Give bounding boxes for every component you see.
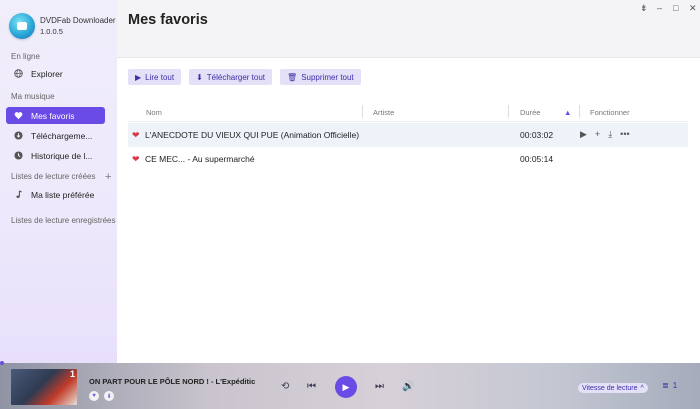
- sidebar-item-preferred-list[interactable]: Ma liste préférée: [6, 186, 105, 203]
- sidebar: DVDFab Downloader 1.0.0.5 En ligne Explo…: [0, 0, 117, 363]
- delete-all-button[interactable]: 🗑 Supprimer tout: [280, 69, 361, 85]
- sidebar-item-label: Mes favoris: [31, 110, 75, 121]
- maximize-icon[interactable]: □: [673, 3, 678, 13]
- previous-icon[interactable]: ⏮: [307, 381, 316, 392]
- table-row[interactable]: ❤ CE MEC... - Au supermarché 00:05:14: [128, 147, 688, 171]
- section-online: En ligne: [11, 52, 40, 61]
- download-icon[interactable]: ⤓: [608, 129, 612, 140]
- close-icon[interactable]: ✕: [689, 3, 697, 14]
- app-version: 1.0.0.5: [40, 27, 63, 36]
- repeat-icon[interactable]: ⟲: [281, 381, 289, 392]
- sidebar-item-history[interactable]: Historique de l...: [6, 147, 105, 164]
- row-actions: ▶ + ⤓ •••: [580, 129, 630, 140]
- track-title: CE MEC... - Au supermarché: [145, 154, 255, 164]
- play-button[interactable]: ▶: [335, 376, 357, 398]
- section-created-playlists: Listes de lecture créées: [11, 172, 96, 181]
- next-icon[interactable]: ⏭: [375, 381, 384, 392]
- column-artist[interactable]: Artiste: [373, 108, 394, 117]
- track-title: L'ANECDOTE DU VIEUX QUI PUE (Animation O…: [145, 130, 360, 140]
- playlist-icon: ≣: [662, 381, 669, 390]
- track-duration: 00:03:02: [520, 130, 554, 140]
- album-thumbnail: 1: [11, 369, 77, 405]
- volume-icon[interactable]: 🔊: [402, 381, 414, 392]
- main-panel: Mes favoris ⇟ – □ ✕ ▶ Lire tout ⬇ Téléch…: [117, 0, 700, 363]
- download-icon[interactable]: ⬇: [104, 391, 114, 401]
- table-header: Nom Artiste Durée ▲ Fonctionner: [128, 102, 688, 122]
- queue-button[interactable]: ≣ 1: [662, 381, 677, 390]
- heart-icon[interactable]: ♥: [89, 391, 99, 401]
- playback-speed-button[interactable]: Vitesse de lecture ^: [578, 383, 648, 393]
- heart-icon[interactable]: ❤: [132, 130, 140, 141]
- header: Mes favoris ⇟ – □ ✕: [117, 0, 700, 58]
- column-name[interactable]: Nom: [146, 108, 162, 117]
- app-logo-icon: [9, 13, 35, 39]
- add-icon[interactable]: +: [595, 129, 600, 140]
- pin-icon[interactable]: ⇟: [640, 3, 648, 14]
- player-bar: 1 ON PART POUR LE PÔLE NORD ! - L'Expédi…: [0, 361, 700, 409]
- page-title: Mes favoris: [128, 12, 208, 28]
- now-playing-title: ON PART POUR LE PÔLE NORD ! - L'Expéditi…: [89, 377, 256, 386]
- sidebar-item-label: Historique de l...: [31, 150, 93, 161]
- toolbar: ▶ Lire tout ⬇ Télécharger tout 🗑 Supprim…: [128, 69, 361, 85]
- download-circle-icon: [14, 131, 23, 140]
- play-all-button[interactable]: ▶ Lire tout: [128, 69, 182, 85]
- globe-icon: [14, 69, 23, 78]
- download-all-button[interactable]: ⬇ Télécharger tout: [189, 69, 273, 85]
- sidebar-item-label: Explorer: [31, 68, 63, 79]
- column-actions: Fonctionner: [590, 108, 630, 117]
- music-note-icon: [14, 190, 23, 199]
- clock-icon: [14, 151, 23, 160]
- minimize-icon[interactable]: –: [657, 3, 662, 13]
- more-icon[interactable]: •••: [620, 129, 629, 140]
- download-icon: ⬇: [196, 72, 203, 82]
- trash-icon: 🗑: [287, 72, 298, 82]
- heart-icon[interactable]: ❤: [132, 154, 140, 165]
- sort-ascending-icon[interactable]: ▲: [564, 108, 571, 117]
- play-icon[interactable]: ▶: [580, 129, 587, 140]
- section-my-music: Ma musique: [11, 92, 55, 101]
- sidebar-item-explore[interactable]: Explorer: [6, 65, 105, 82]
- table-row[interactable]: ❤ L'ANECDOTE DU VIEUX QUI PUE (Animation…: [128, 123, 688, 147]
- add-playlist-icon[interactable]: +: [105, 172, 111, 183]
- app-name: DVDFab Downloader: [40, 16, 116, 25]
- sidebar-item-favorites[interactable]: Mes favoris: [6, 107, 105, 124]
- section-saved-playlists: Listes de lecture enregistrées: [11, 216, 116, 225]
- column-duration[interactable]: Durée: [520, 108, 540, 117]
- sidebar-item-label: Téléchargeme...: [31, 130, 93, 141]
- app-brand: DVDFab Downloader 1.0.0.5: [9, 13, 116, 39]
- heart-icon: [14, 111, 23, 120]
- track-duration: 00:05:14: [520, 154, 554, 164]
- chevron-up-icon: ^: [640, 384, 644, 392]
- sidebar-item-downloads[interactable]: Téléchargeme...: [6, 127, 105, 144]
- sidebar-item-label: Ma liste préférée: [31, 189, 95, 200]
- progress-handle[interactable]: [0, 361, 4, 365]
- play-icon: ▶: [135, 72, 142, 82]
